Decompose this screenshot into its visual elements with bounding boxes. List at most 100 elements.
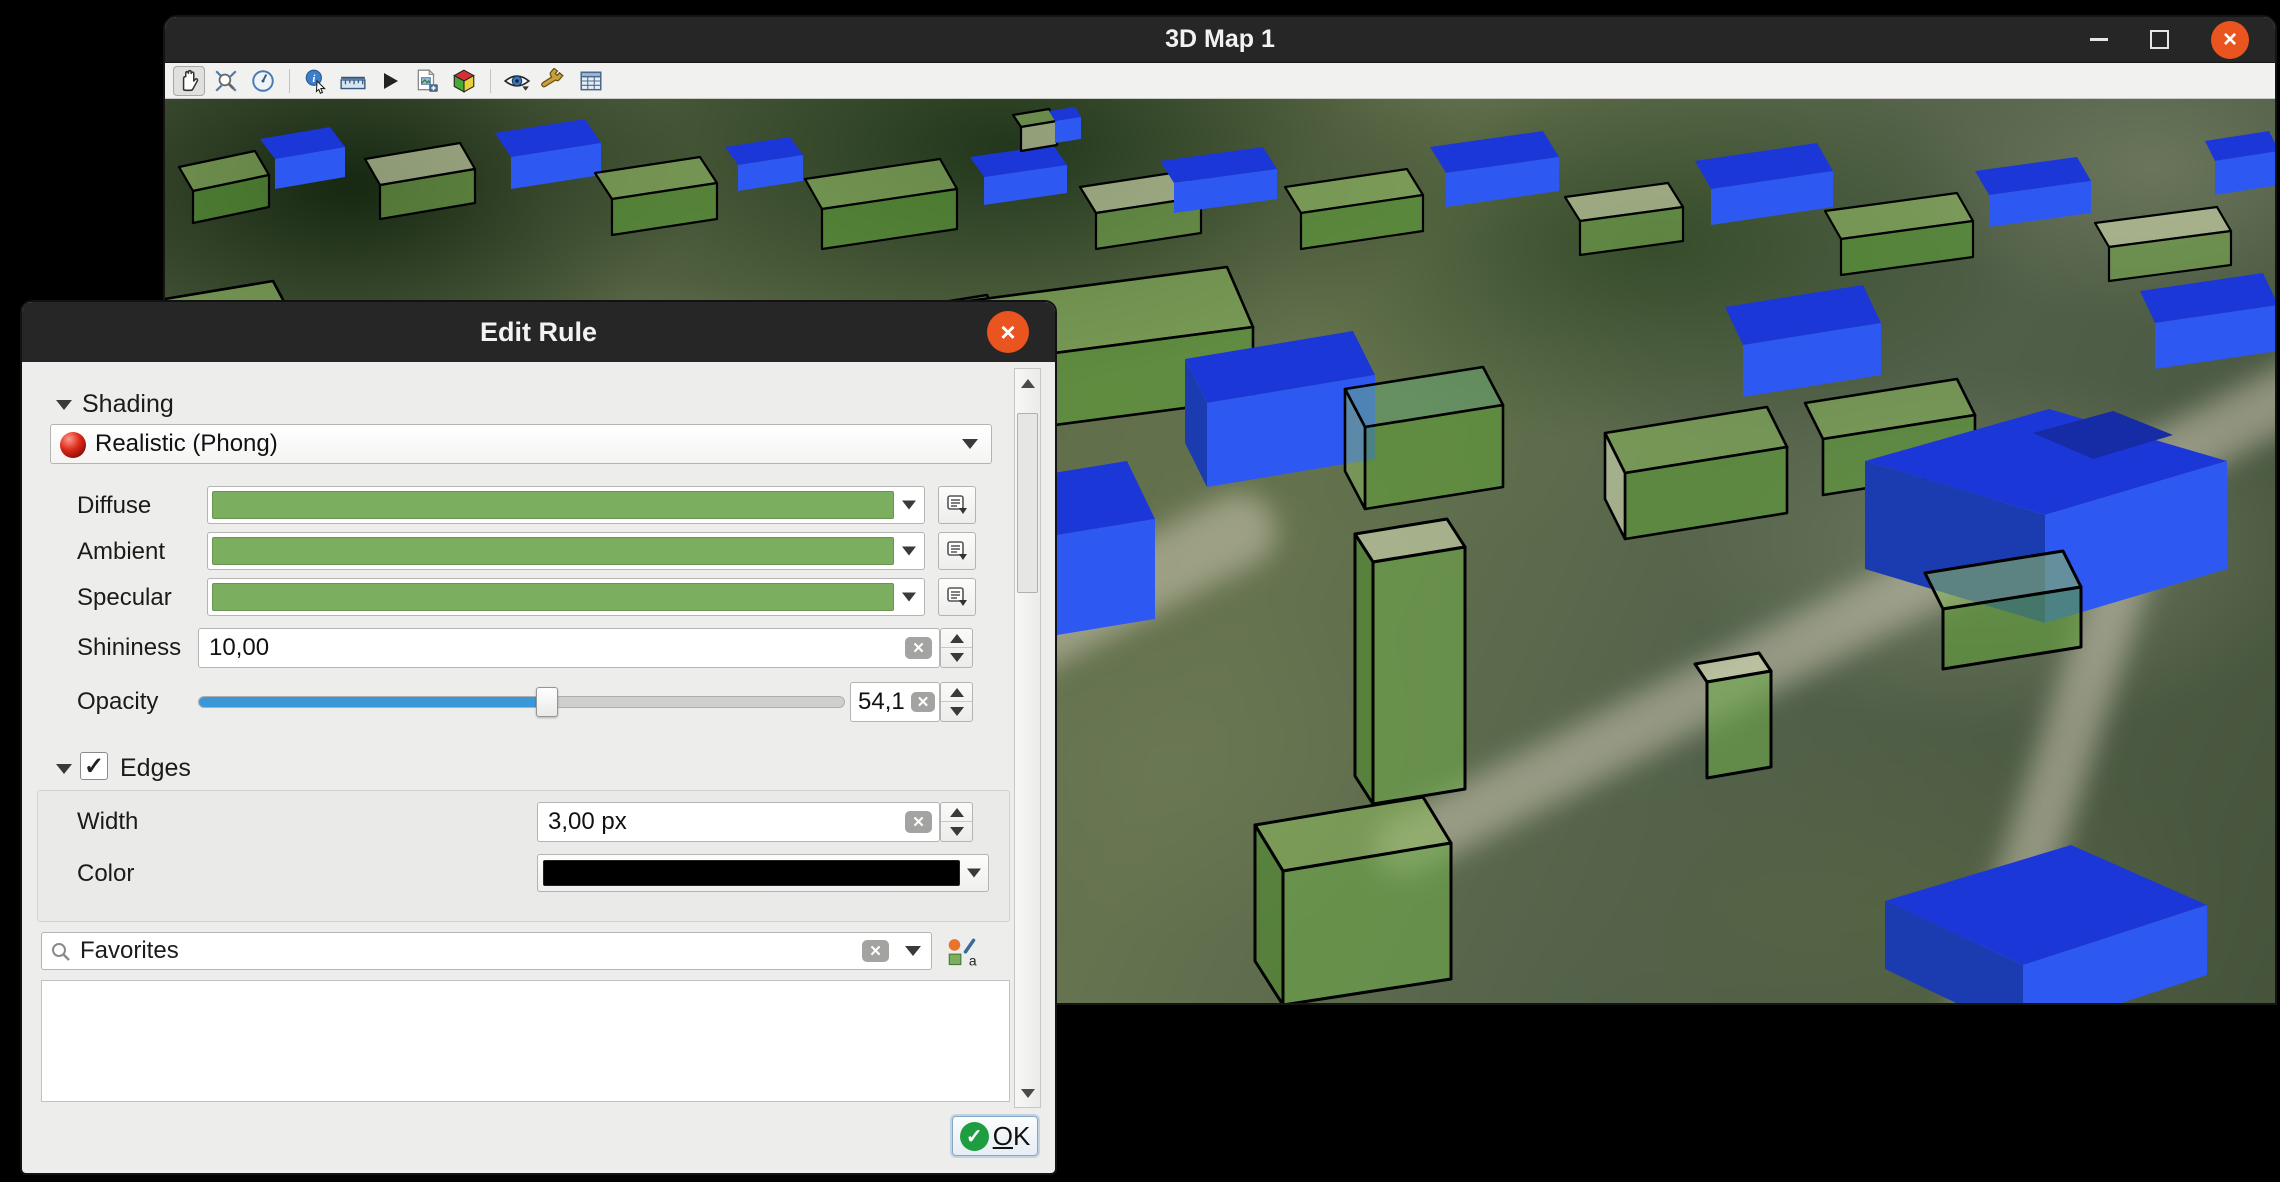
favorites-value: Favorites xyxy=(80,937,179,965)
toolbar-separator xyxy=(490,69,491,93)
window-controls: × xyxy=(2090,17,2249,62)
shininess-value: 10,00 xyxy=(209,634,269,662)
measure-button[interactable] xyxy=(337,66,369,96)
data-defined-icon xyxy=(945,493,969,517)
ambient-color-button[interactable] xyxy=(207,532,925,570)
configure-button[interactable] xyxy=(538,66,570,96)
style-manager-button[interactable]: a xyxy=(942,934,982,972)
edge-color-swatch xyxy=(543,860,960,886)
panel-icon xyxy=(578,68,604,94)
maximize-icon[interactable] xyxy=(2150,30,2169,49)
spin-up-icon[interactable] xyxy=(941,629,972,648)
ok-button[interactable]: ✓ OK xyxy=(952,1116,1038,1156)
export-scene-button[interactable] xyxy=(448,66,480,96)
spin-down-icon[interactable] xyxy=(941,822,972,841)
edge-width-stepper[interactable] xyxy=(940,802,973,842)
cube-3d-icon xyxy=(451,68,477,94)
data-defined-icon xyxy=(945,539,969,563)
scroll-up-icon[interactable] xyxy=(1015,371,1040,395)
shininess-label: Shininess xyxy=(77,634,181,662)
opacity-label: Opacity xyxy=(77,688,158,716)
shininess-input[interactable]: 10,00 ✕ xyxy=(198,628,940,668)
dock-panel-button[interactable] xyxy=(575,66,607,96)
chevron-down-icon xyxy=(902,547,916,556)
edge-width-input[interactable]: 3,00 px ✕ xyxy=(537,802,940,842)
slider-handle[interactable] xyxy=(536,687,558,717)
dialog-titlebar[interactable]: Edit Rule × xyxy=(22,302,1055,362)
minimize-icon[interactable] xyxy=(2090,38,2108,41)
edges-collapse-icon[interactable] xyxy=(56,764,72,774)
camera-visibility-button[interactable] xyxy=(501,66,533,96)
specular-override-button[interactable] xyxy=(938,578,976,616)
map-toolbar: i xyxy=(165,63,2275,99)
ruler-icon xyxy=(339,68,367,94)
ambient-override-button[interactable] xyxy=(938,532,976,570)
check-icon: ✓ xyxy=(84,752,104,781)
dialog-close-icon[interactable]: × xyxy=(987,311,1029,353)
diffuse-override-button[interactable] xyxy=(938,486,976,524)
identify-button[interactable]: i xyxy=(300,66,332,96)
clear-icon[interactable]: ✕ xyxy=(905,637,932,659)
dialog-scrollbar[interactable] xyxy=(1014,368,1041,1108)
edges-checkbox[interactable]: ✓ xyxy=(80,752,108,780)
clear-icon[interactable]: ✕ xyxy=(911,692,935,712)
zoom-full-icon xyxy=(213,68,239,94)
edit-rule-dialog: Edit Rule × Shading Realistic (Phong) Di… xyxy=(20,300,1057,1175)
eye-icon xyxy=(503,68,531,94)
edge-width-value: 3,00 px xyxy=(548,808,627,836)
map-window-titlebar[interactable]: 3D Map 1 × xyxy=(165,17,2275,63)
spin-up-icon[interactable] xyxy=(941,683,972,702)
ok-check-icon: ✓ xyxy=(960,1122,989,1151)
chevron-down-icon[interactable] xyxy=(905,946,921,956)
spin-down-icon[interactable] xyxy=(941,648,972,667)
screen: 3D Map 1 × xyxy=(0,0,2280,1182)
diffuse-color-swatch xyxy=(212,491,894,519)
save-image-icon xyxy=(414,68,440,94)
clear-icon[interactable]: ✕ xyxy=(862,940,889,962)
data-defined-icon xyxy=(945,585,969,609)
ok-button-label: OK xyxy=(993,1121,1031,1152)
diffuse-label: Diffuse xyxy=(77,492,151,520)
chevron-down-icon xyxy=(962,439,978,449)
shading-section-label: Shading xyxy=(82,390,174,419)
favorites-list[interactable] xyxy=(41,980,1010,1102)
slider-groove[interactable] xyxy=(198,696,845,708)
chevron-down-icon xyxy=(967,869,981,878)
scroll-down-icon[interactable] xyxy=(1015,1081,1040,1105)
clock-icon xyxy=(250,68,276,94)
style-manager-icon: a xyxy=(947,938,977,968)
animation-button[interactable] xyxy=(374,66,406,96)
opacity-input[interactable]: 54,1 ✕ xyxy=(850,682,940,722)
opacity-slider[interactable] xyxy=(198,682,845,722)
clear-icon[interactable]: ✕ xyxy=(905,811,932,833)
edge-color-button[interactable] xyxy=(537,854,989,892)
ambient-label: Ambient xyxy=(77,538,165,566)
favorites-search-input[interactable]: Favorites ✕ xyxy=(41,932,932,970)
edges-section-label: Edges xyxy=(120,754,191,783)
identify-icon: i xyxy=(303,68,329,94)
specular-color-swatch xyxy=(212,583,894,611)
chevron-down-icon xyxy=(902,501,916,510)
diffuse-color-button[interactable] xyxy=(207,486,925,524)
shading-collapse-icon[interactable] xyxy=(56,400,72,410)
spin-down-icon[interactable] xyxy=(941,702,972,721)
ambient-color-swatch xyxy=(212,537,894,565)
dialog-title: Edit Rule xyxy=(480,317,597,348)
spin-up-icon[interactable] xyxy=(941,803,972,822)
save-image-button[interactable] xyxy=(411,66,443,96)
opacity-stepper[interactable] xyxy=(940,682,973,722)
shininess-stepper[interactable] xyxy=(940,628,973,668)
close-icon[interactable]: × xyxy=(2211,21,2249,59)
specular-label: Specular xyxy=(77,584,172,612)
zoom-full-button[interactable] xyxy=(210,66,242,96)
pan-tool-button[interactable] xyxy=(173,66,205,96)
opacity-value: 54,1 xyxy=(858,688,905,716)
map-window-title: 3D Map 1 xyxy=(1165,25,1275,54)
scrollbar-thumb[interactable] xyxy=(1017,413,1038,593)
width-label: Width xyxy=(77,808,138,836)
view-angle-button[interactable] xyxy=(247,66,279,96)
svg-text:a: a xyxy=(969,953,977,968)
shading-type-combobox[interactable]: Realistic (Phong) xyxy=(50,424,992,464)
chevron-down-icon xyxy=(902,593,916,602)
specular-color-button[interactable] xyxy=(207,578,925,616)
